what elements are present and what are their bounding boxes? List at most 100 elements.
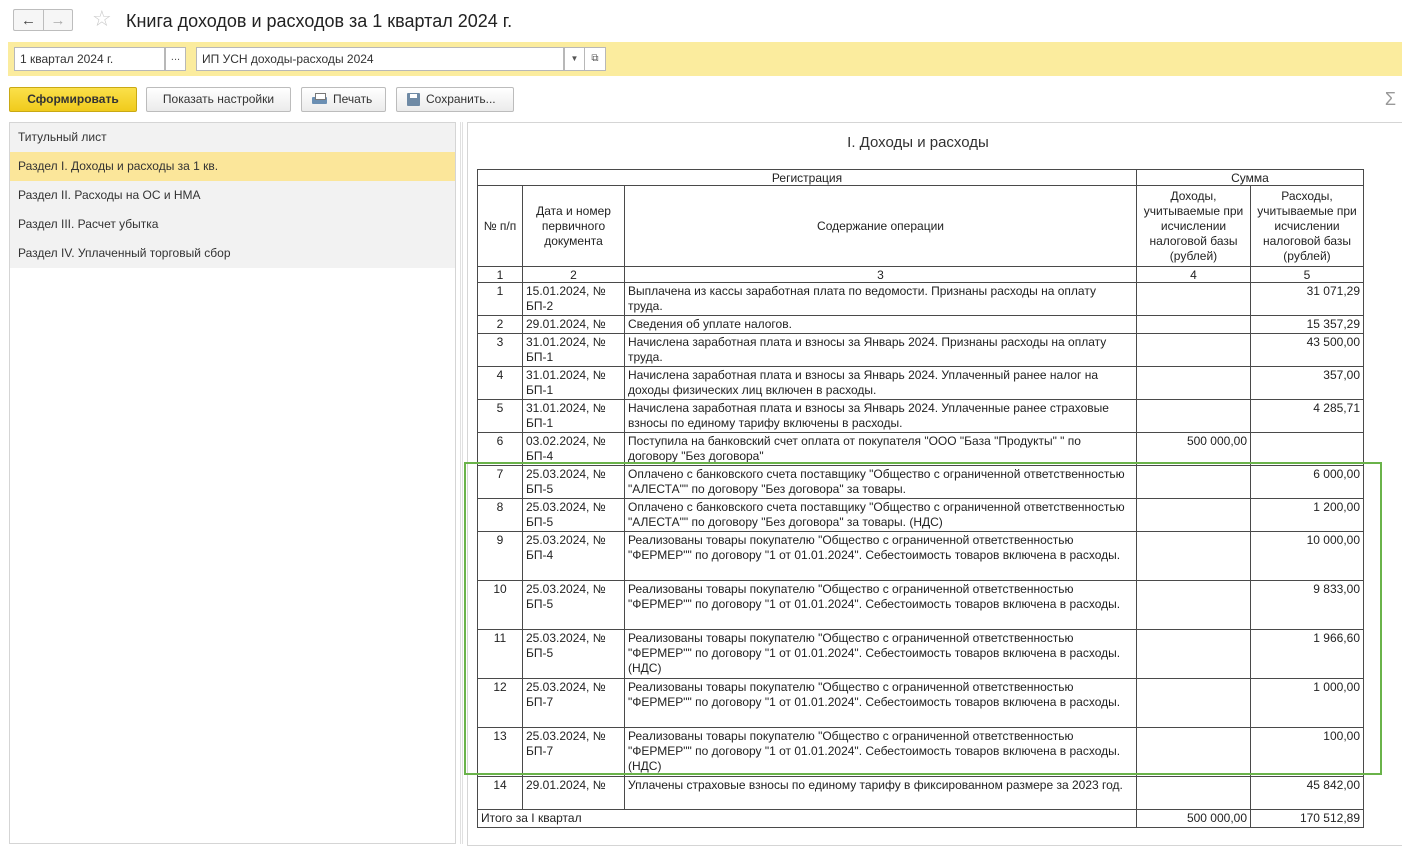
save-button[interactable]: Сохранить... bbox=[396, 87, 514, 112]
row-document: 15.01.2024, № БП-2 bbox=[522, 282, 625, 316]
row-number: 1 bbox=[477, 282, 523, 316]
organization-field[interactable]: ИП УСН доходы-расходы 2024 bbox=[196, 47, 564, 71]
row-document: 31.01.2024, № БП-1 bbox=[522, 399, 625, 433]
row-content: Начислена заработная плата и взносы за Я… bbox=[624, 333, 1137, 367]
table-row[interactable]: 12 25.03.2024, № БП-7 Реализованы товары п… bbox=[477, 678, 1364, 728]
row-income bbox=[1136, 465, 1251, 499]
row-number: 9 bbox=[477, 531, 523, 581]
table-row[interactable]: 8 25.03.2024, № БП-5 Оплачено с банковског… bbox=[477, 498, 1364, 532]
column-number: 4 bbox=[1136, 266, 1251, 283]
row-document: 25.03.2024, № БП-5 bbox=[522, 580, 625, 630]
table-row[interactable]: 14 29.01.2024, № Уплачены страховые взносы… bbox=[477, 776, 1364, 810]
row-content: Реализованы товары покупателю "Общество … bbox=[624, 580, 1137, 630]
report-title: I. Доходы и расходы bbox=[847, 134, 989, 151]
row-expense: 1 000,00 bbox=[1250, 678, 1364, 728]
header-date-doc: Дата и номер первичного документа bbox=[522, 185, 625, 267]
row-income bbox=[1136, 629, 1251, 679]
row-document: 25.03.2024, № БП-5 bbox=[522, 498, 625, 532]
dropdown-arrow-icon[interactable]: ▼ bbox=[564, 47, 585, 71]
table-row[interactable]: 10 25.03.2024, № БП-5 Реализованы товары п… bbox=[477, 580, 1364, 630]
forward-arrow-icon[interactable]: → bbox=[43, 9, 73, 31]
row-number: 2 bbox=[477, 315, 523, 334]
row-content: Реализованы товары покупателю "Общество … bbox=[624, 678, 1137, 728]
row-document: 25.03.2024, № БП-7 bbox=[522, 678, 625, 728]
row-expense: 1 200,00 bbox=[1250, 498, 1364, 532]
row-expense: 15 357,29 bbox=[1250, 315, 1364, 334]
row-content: Реализованы товары покупателю "Общество … bbox=[624, 727, 1137, 777]
table-row[interactable]: 3 31.01.2024, № БП-1 Начислена заработная … bbox=[477, 333, 1364, 367]
row-income bbox=[1136, 282, 1251, 316]
row-number: 12 bbox=[477, 678, 523, 728]
sum-sigma-icon[interactable]: Σ bbox=[1385, 89, 1396, 110]
row-number: 14 bbox=[477, 776, 523, 810]
open-organization-icon[interactable]: ⧉ bbox=[585, 47, 606, 71]
period-field[interactable]: 1 квартал 2024 г. bbox=[14, 47, 165, 71]
sidebar-item-title-page[interactable]: Титульный лист bbox=[10, 123, 455, 152]
window-title: Книга доходов и расходов за 1 квартал 20… bbox=[126, 11, 513, 31]
row-number: 11 bbox=[477, 629, 523, 679]
panel-splitter[interactable] bbox=[460, 122, 463, 844]
row-content: Оплачено с банковского счета поставщику … bbox=[624, 498, 1137, 532]
sections-sidebar: Титульный лист Раздел I. Доходы и расход… bbox=[9, 122, 456, 844]
sidebar-item-section-2[interactable]: Раздел II. Расходы на ОС и НМА bbox=[10, 181, 455, 210]
table-row[interactable]: 6 03.02.2024, № БП-4 Поступила на банковск… bbox=[477, 432, 1364, 466]
row-content: Выплачена из кассы заработная плата по в… bbox=[624, 282, 1137, 316]
row-income bbox=[1136, 580, 1251, 630]
row-expense: 357,00 bbox=[1250, 366, 1364, 400]
row-document: 25.03.2024, № БП-5 bbox=[522, 465, 625, 499]
row-number: 3 bbox=[477, 333, 523, 367]
print-button[interactable]: Печать bbox=[301, 87, 386, 112]
column-number: 2 bbox=[522, 266, 625, 283]
row-number: 8 bbox=[477, 498, 523, 532]
row-expense: 9 833,00 bbox=[1250, 580, 1364, 630]
row-document: 25.03.2024, № БП-7 bbox=[522, 727, 625, 777]
table-row[interactable]: 7 25.03.2024, № БП-5 Оплачено с банковског… bbox=[477, 465, 1364, 499]
row-expense: 4 285,71 bbox=[1250, 399, 1364, 433]
table-row[interactable]: 2 29.01.2024, № Сведения об уплате налогов… bbox=[477, 315, 1364, 334]
row-document: 29.01.2024, № bbox=[522, 776, 625, 810]
save-button-label: Сохранить... bbox=[426, 92, 496, 106]
header-sum: Сумма bbox=[1136, 169, 1364, 186]
sidebar-item-section-3[interactable]: Раздел III. Расчет убытка bbox=[10, 210, 455, 239]
printer-icon bbox=[312, 93, 327, 106]
filter-bar: 1 квартал 2024 г. ... ИП УСН доходы-расх… bbox=[8, 42, 1402, 76]
show-settings-button[interactable]: Показать настройки bbox=[146, 87, 291, 112]
row-content: Оплачено с банковского счета поставщику … bbox=[624, 465, 1137, 499]
row-income bbox=[1136, 498, 1251, 532]
table-row[interactable]: 4 31.01.2024, № БП-1 Начислена заработная … bbox=[477, 366, 1364, 400]
column-number: 5 bbox=[1250, 266, 1364, 283]
column-number: 1 bbox=[477, 266, 523, 283]
back-arrow-icon[interactable]: ← bbox=[13, 9, 43, 31]
row-number: 7 bbox=[477, 465, 523, 499]
row-number: 6 bbox=[477, 432, 523, 466]
table-row[interactable]: 9 25.03.2024, № БП-4 Реализованы товары по… bbox=[477, 531, 1364, 581]
sidebar-item-section-4[interactable]: Раздел IV. Уплаченный торговый сбор bbox=[10, 239, 455, 268]
table-row[interactable]: 1 15.01.2024, № БП-2 Выплачена из кассы за… bbox=[477, 282, 1364, 316]
row-content: Начислена заработная плата и взносы за Я… bbox=[624, 366, 1137, 400]
header-content: Содержание операции bbox=[624, 185, 1137, 267]
generate-button[interactable]: Сформировать bbox=[9, 87, 137, 112]
table-row[interactable]: 11 25.03.2024, № БП-5 Реализованы товары п… bbox=[477, 629, 1364, 679]
print-button-label: Печать bbox=[333, 92, 373, 106]
favorite-star-icon[interactable]: ☆ bbox=[92, 6, 112, 32]
row-expense: 31 071,29 bbox=[1250, 282, 1364, 316]
row-expense: 10 000,00 bbox=[1250, 531, 1364, 581]
total-expense: 170 512,89 bbox=[1250, 809, 1364, 828]
total-income: 500 000,00 bbox=[1136, 809, 1251, 828]
row-number: 10 bbox=[477, 580, 523, 630]
row-income bbox=[1136, 315, 1251, 334]
row-expense: 6 000,00 bbox=[1250, 465, 1364, 499]
table-row[interactable]: 13 25.03.2024, № БП-7 Реализованы товары п… bbox=[477, 727, 1364, 777]
row-content: Уплачены страховые взносы по единому тар… bbox=[624, 776, 1137, 810]
row-expense: 100,00 bbox=[1250, 727, 1364, 777]
row-content: Сведения об уплате налогов. bbox=[624, 315, 1137, 334]
period-select-button[interactable]: ... bbox=[165, 47, 186, 71]
row-number: 5 bbox=[477, 399, 523, 433]
row-number: 13 bbox=[477, 727, 523, 777]
row-expense bbox=[1250, 432, 1364, 466]
header-no: № п/п bbox=[477, 185, 523, 267]
table-row[interactable]: 5 31.01.2024, № БП-1 Начислена заработная … bbox=[477, 399, 1364, 433]
sidebar-item-section-1[interactable]: Раздел I. Доходы и расходы за 1 кв. bbox=[10, 152, 455, 181]
row-income bbox=[1136, 399, 1251, 433]
total-label: Итого за I квартал bbox=[477, 809, 1137, 828]
